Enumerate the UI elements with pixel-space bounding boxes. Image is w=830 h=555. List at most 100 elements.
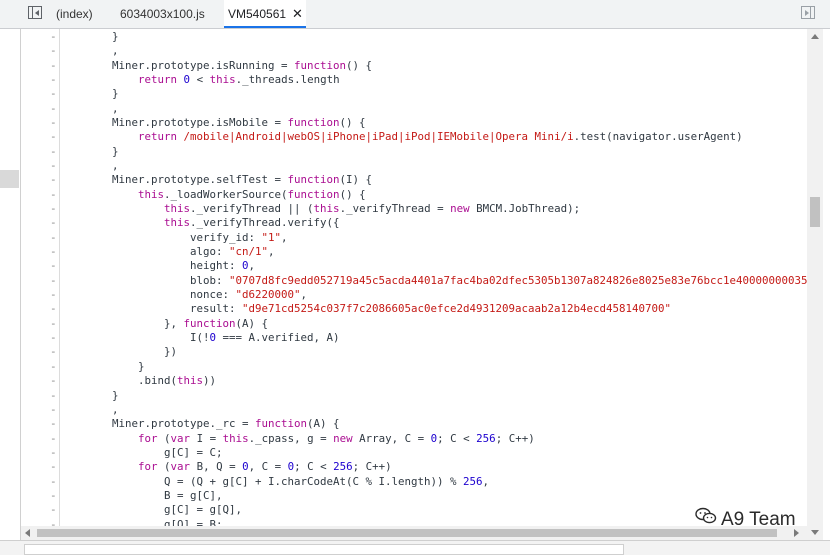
code-line[interactable]: , [60, 403, 119, 417]
gutter-marker: - [50, 30, 57, 43]
code-line[interactable]: this._loadWorkerSource(function() { [60, 188, 366, 202]
code-token: B, Q = [190, 460, 243, 473]
code-line[interactable]: for (var I = this._cpass, g = new Array,… [60, 432, 535, 446]
gutter-marker: - [50, 475, 57, 488]
code-token: this [164, 202, 191, 215]
gutter-marker: - [50, 345, 57, 358]
code-token: new [450, 202, 470, 215]
code-line[interactable]: .bind(this)) [60, 374, 216, 388]
code-line[interactable]: return /mobile|Android|webOS|iPhone|iPad… [60, 130, 743, 144]
code-token: , [482, 475, 490, 488]
gutter-marker: - [50, 159, 57, 172]
code-line[interactable]: I(!0 === A.verified, A) [60, 331, 340, 345]
code-line[interactable]: nonce: "d6220000", [60, 288, 307, 302]
gutter-marker: - [50, 446, 57, 459]
sidebar-left-toggle-icon[interactable] [28, 6, 42, 19]
watermark: A9 Team [695, 507, 796, 533]
code-line[interactable]: , [60, 102, 119, 116]
gutter-marker: - [50, 374, 57, 387]
horizontal-scrollbar[interactable] [21, 526, 807, 540]
code-token: BMCM.JobThread); [469, 202, 581, 215]
vertical-scroll-thumb[interactable] [810, 197, 820, 227]
code-line[interactable]: g[C] = C; [60, 446, 223, 460]
code-line[interactable]: }, function(A) { [60, 317, 268, 331]
code-line[interactable]: g[C] = g[Q], [60, 503, 242, 517]
code-token: "0707d8fc9edd052719a45c5acda4401a7fac4ba… [229, 274, 807, 287]
code-token: ( [157, 460, 171, 473]
code-line[interactable]: Q = (Q + g[C] + I.charCodeAt(C % I.lengt… [60, 475, 489, 489]
code-line[interactable]: return 0 < this._threads.length [60, 73, 340, 87]
code-token: this [222, 432, 249, 445]
code-line[interactable]: algo: "cn/1", [60, 245, 275, 259]
code-line[interactable]: verify_id: "1", [60, 231, 288, 245]
code-line[interactable]: Miner.prototype.selfTest = function(I) { [60, 173, 372, 187]
code-line[interactable]: this._verifyThread.verify({ [60, 216, 340, 230]
code-line[interactable]: Miner.prototype.isMobile = function() { [60, 116, 366, 130]
code-token: , [248, 259, 256, 272]
code-token: this [313, 202, 340, 215]
code-token: 256 [333, 460, 353, 473]
code-token: ( [157, 432, 171, 445]
gutter-marker: - [50, 489, 57, 502]
code-token: function [287, 116, 340, 129]
code-token: "d6220000" [235, 288, 301, 301]
code-line[interactable]: } [60, 87, 119, 101]
scroll-up-arrow-icon[interactable] [811, 34, 819, 39]
code-line[interactable]: this._verifyThread || (this._verifyThrea… [60, 202, 580, 216]
code-line[interactable]: } [60, 30, 119, 44]
code-line[interactable]: result: "d9e71cd5254c037f7c2086605ac0efc… [60, 302, 671, 316]
code-token: this [209, 73, 236, 86]
code-token: result: [60, 302, 243, 315]
code-token: ; C++) [495, 432, 535, 445]
scroll-down-arrow-icon[interactable] [811, 530, 819, 535]
sidebar-right-toggle-icon[interactable] [801, 6, 815, 19]
code-line[interactable]: for (var B, Q = 0, C = 0; C < 256; C++) [60, 460, 392, 474]
close-icon[interactable]: ✕ [292, 0, 303, 28]
code-token: ._loadWorkerSource( [164, 188, 288, 201]
gutter-marker: - [50, 102, 57, 115]
vertical-scrollbar[interactable] [807, 29, 823, 540]
code-line[interactable]: } [60, 145, 119, 159]
gutter-marker: - [50, 302, 57, 315]
scroll-left-arrow-icon[interactable] [25, 529, 30, 537]
gutter-marker: - [50, 432, 57, 445]
gutter-marker: - [50, 403, 57, 416]
code-token: nonce: [60, 288, 236, 301]
code-token: 256 [476, 432, 496, 445]
tab-index[interactable]: (index) [56, 0, 93, 28]
watermark-text: A9 Team [721, 509, 796, 531]
code-editor[interactable]: } , Miner.prototype.isRunning = function… [60, 29, 807, 540]
selected-file-marker[interactable] [0, 170, 19, 188]
code-token: (A) { [235, 317, 269, 330]
code-line[interactable]: } [60, 360, 145, 374]
code-token: function [183, 317, 236, 330]
code-line[interactable]: height: 0, [60, 259, 255, 273]
code-line[interactable]: blob: "0707d8fc9edd052719a45c5acda4401a7… [60, 274, 807, 288]
tab-vm540561[interactable]: VM540561 ✕ [224, 0, 306, 28]
gutter-marker: - [50, 259, 57, 272]
horizontal-scroll-thumb[interactable] [37, 529, 777, 537]
code-token: (I) { [339, 173, 373, 186]
code-line[interactable]: }) [60, 345, 177, 359]
gutter-marker: - [50, 202, 57, 215]
code-line[interactable]: } [60, 389, 119, 403]
navigator-pane [0, 29, 21, 540]
code-token: } [60, 145, 119, 158]
code-line[interactable]: B = g[C], [60, 489, 223, 503]
gutter-marker: - [50, 231, 57, 244]
code-line[interactable]: Miner.prototype._rc = function(A) { [60, 417, 340, 431]
code-line[interactable]: , [60, 159, 119, 173]
code-line[interactable]: Miner.prototype.isRunning = function() { [60, 59, 372, 73]
gutter-marker: - [50, 245, 57, 258]
code-line[interactable]: , [60, 44, 119, 58]
gutter-marker: - [50, 460, 57, 473]
tab-6034003x100-js[interactable]: 6034003x100.js [120, 0, 205, 28]
gutter-marker: - [50, 59, 57, 72]
code-token: algo: [60, 245, 230, 258]
code-token: === A.verified, A) [216, 331, 340, 344]
gutter-marker: - [50, 317, 57, 330]
code-token: Miner.prototype.selfTest = [60, 173, 288, 186]
gutter-marker: - [50, 73, 57, 86]
